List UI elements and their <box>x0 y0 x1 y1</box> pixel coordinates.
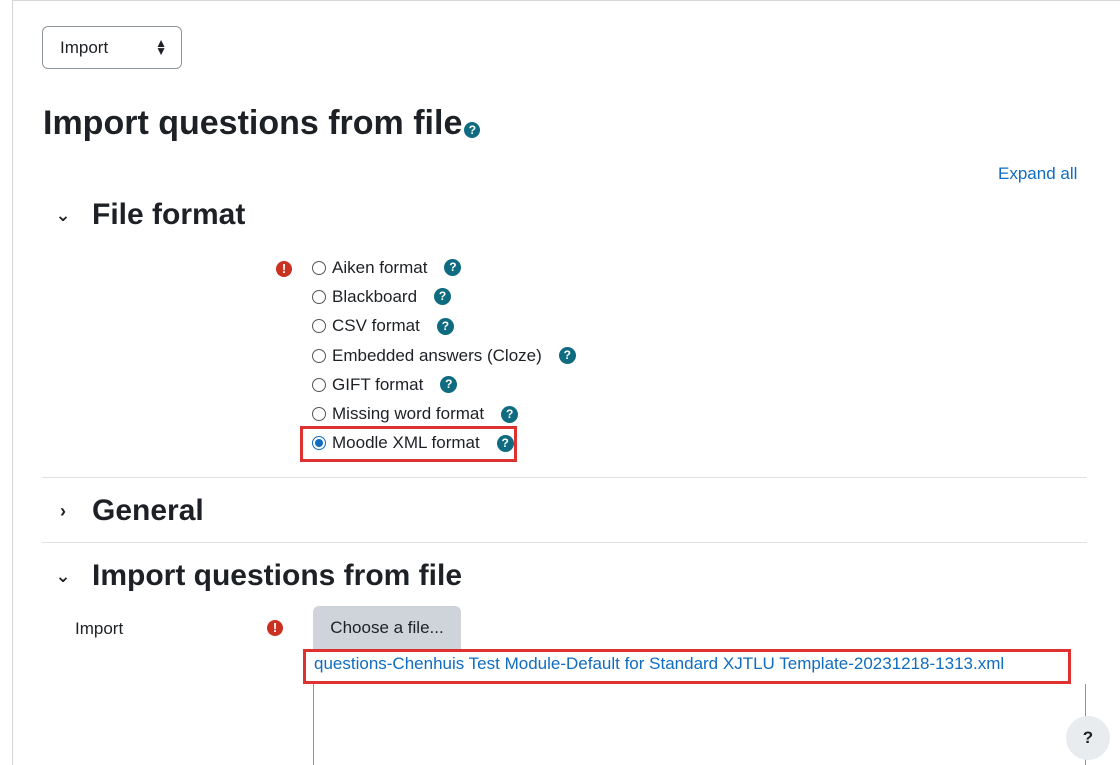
up-down-arrows-icon: ▲ ▼ <box>155 36 167 58</box>
format-option-cloze[interactable]: Embedded answers (Cloze) ? <box>312 341 576 370</box>
file-dropzone[interactable] <box>313 684 1086 765</box>
section-general-header[interactable]: › General <box>52 494 204 528</box>
help-icon[interactable]: ? <box>444 259 462 277</box>
divider <box>42 542 1087 543</box>
format-label: Blackboard <box>332 286 418 306</box>
highlight-box-format <box>300 426 517 462</box>
help-icon[interactable]: ? <box>501 405 519 423</box>
format-label: GIFT format <box>332 374 424 394</box>
format-label: Embedded answers (Cloze) <box>332 345 542 365</box>
chevron-right-icon: › <box>60 500 66 521</box>
format-option-gift[interactable]: GIFT format ? <box>312 370 576 399</box>
help-icon[interactable]: ? <box>558 347 576 365</box>
required-icon: ! <box>276 261 292 277</box>
action-select[interactable]: Import ▲ ▼ <box>42 26 182 69</box>
highlight-box-file <box>303 649 1071 684</box>
help-floating-button[interactable]: ? <box>1066 716 1110 760</box>
format-label: Missing word format <box>332 404 485 424</box>
import-field-label: Import <box>75 619 124 638</box>
radio-button[interactable] <box>312 377 326 392</box>
format-label: CSV format <box>332 316 420 336</box>
radio-button[interactable] <box>312 260 326 275</box>
radio-button[interactable] <box>312 407 326 422</box>
help-icon[interactable]: ? <box>436 317 454 335</box>
section-title: File format <box>92 198 246 231</box>
action-select-value: Import <box>60 37 109 57</box>
radio-button[interactable] <box>312 289 326 304</box>
section-file-format-header[interactable]: ⌄ File format <box>52 198 245 232</box>
format-label: Aiken format <box>332 257 428 277</box>
help-icon[interactable]: ? <box>434 288 452 306</box>
choose-file-button[interactable]: Choose a file... <box>313 606 461 649</box>
section-title: Import questions from file <box>92 559 463 592</box>
radio-button[interactable] <box>312 348 326 363</box>
section-import-file-header[interactable]: ⌄ Import questions from file <box>52 559 462 593</box>
radio-button[interactable] <box>312 319 326 334</box>
format-option-missing-word[interactable]: Missing word format ? <box>312 399 576 428</box>
help-icon[interactable]: ? <box>440 376 458 394</box>
format-option-csv[interactable]: CSV format ? <box>312 312 576 341</box>
chevron-down-icon: ⌄ <box>55 204 71 225</box>
page-title-text: Import questions from file <box>43 104 463 142</box>
format-option-blackboard[interactable]: Blackboard ? <box>312 282 576 311</box>
help-icon[interactable]: ? <box>464 122 481 138</box>
divider <box>42 477 1087 478</box>
section-title: General <box>92 494 204 527</box>
expand-all-link[interactable]: Expand all <box>998 164 1077 184</box>
page-title: Import questions from file? <box>43 104 481 143</box>
chevron-down-icon: ⌄ <box>55 565 71 586</box>
required-icon: ! <box>267 620 283 636</box>
format-option-aiken[interactable]: Aiken format ? <box>312 253 576 282</box>
